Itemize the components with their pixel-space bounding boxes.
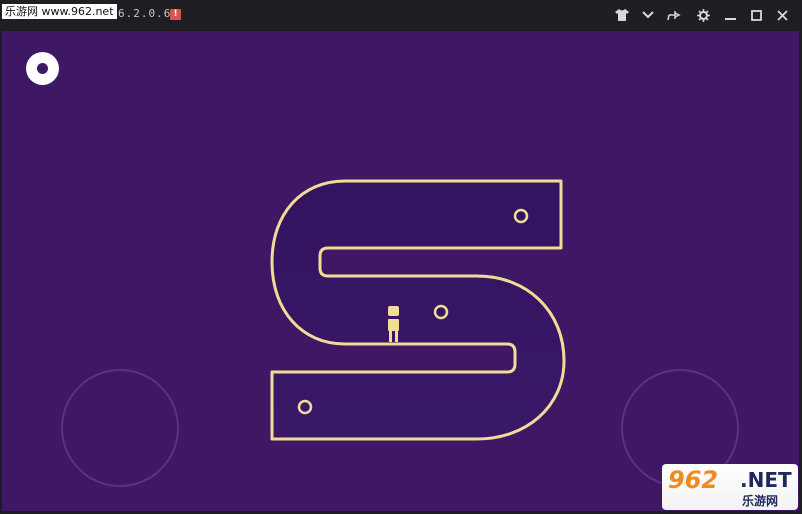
- left-joystick[interactable]: [61, 369, 179, 487]
- site-watermark-logo: 962 .NET 乐游网: [662, 464, 798, 510]
- watermark-logo-number: 962: [668, 466, 719, 494]
- pin-icon[interactable]: [664, 5, 684, 25]
- shirt-icon[interactable]: [612, 5, 632, 25]
- game-canvas[interactable]: [2, 31, 799, 511]
- close-icon[interactable]: [772, 5, 792, 25]
- gear-icon[interactable]: [693, 5, 713, 25]
- version-label: 6.2.0.6: [118, 7, 172, 20]
- emulator-title-bar: 乐游网 www.962.net 6.2.0.6 !: [0, 0, 802, 30]
- minimize-icon[interactable]: [720, 5, 740, 25]
- alert-badge[interactable]: !: [170, 9, 181, 20]
- chevron-down-icon[interactable]: [638, 5, 658, 25]
- watermark-text: 乐游网 www.962.net: [2, 4, 117, 19]
- s-track: [270, 179, 566, 441]
- watermark-logo-net: .NET: [740, 468, 792, 492]
- maximize-icon[interactable]: [746, 5, 766, 25]
- watermark-logo-sub: 乐游网: [742, 494, 779, 508]
